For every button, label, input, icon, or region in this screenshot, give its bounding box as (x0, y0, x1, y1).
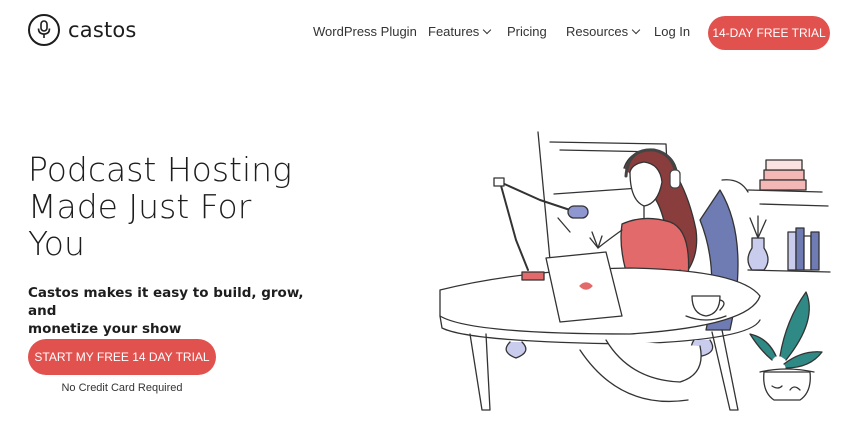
no-credit-card-note: No Credit Card Required (61, 382, 183, 394)
start-trial-button[interactable]: START MY FREE 14 DAY TRIAL (28, 339, 216, 375)
nav-pricing[interactable]: Pricing (507, 24, 547, 39)
free-trial-button[interactable]: 14-DAY FREE TRIAL (708, 16, 830, 50)
podcaster-illustration (430, 120, 840, 420)
hero-title-line: Podcast Hosting (28, 150, 292, 189)
chevron-down-icon (631, 25, 641, 35)
nav-features-label: Features (428, 24, 480, 39)
nav-resources-label: Resources (566, 24, 629, 39)
hero-subtitle-line: monetize your show (28, 321, 182, 337)
hero-title: Podcast Hosting Made Just For You (28, 151, 348, 262)
podcaster-illustration-svg (439, 131, 831, 411)
nav-login[interactable]: Log In (654, 24, 690, 39)
nav-resources[interactable]: Resources (566, 24, 641, 39)
nav-wordpress-plugin[interactable]: WordPress Plugin (313, 24, 417, 39)
hero-subtitle-line: Castos makes it easy to build, grow, and (28, 285, 304, 319)
hero-title-line: You (28, 224, 85, 263)
nav-features[interactable]: Features (428, 24, 492, 39)
hero-title-line: Made Just For (28, 187, 252, 226)
chevron-down-icon (483, 25, 492, 35)
site-header: castos WordPress Plugin Features Pricing… (0, 0, 850, 66)
hero-subtitle: Castos makes it easy to build, grow, and… (28, 284, 328, 338)
